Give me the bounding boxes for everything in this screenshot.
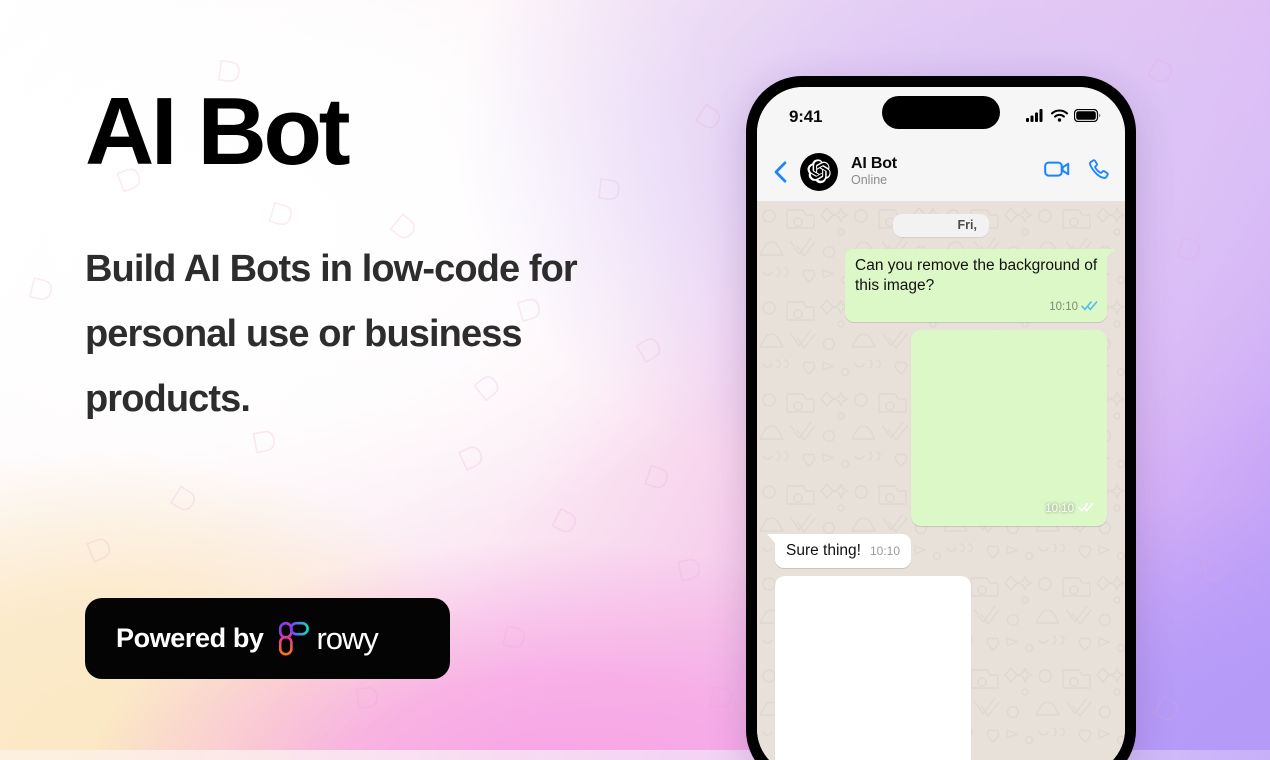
dog-photo-original[interactable]: 10:10 [915,334,1103,522]
phone-icon[interactable] [1087,158,1110,186]
phone-mockup: 9:41 AI Bot Online Fri, Can you remove t… [746,76,1136,760]
message-time: 10:10 [1045,502,1074,515]
openai-logo-icon [807,159,831,184]
contact-info[interactable]: AI Bot Online [851,155,1035,188]
message-time: 10:10 [1049,301,1078,313]
hero-subheadline: Build AI Bots in low-code for personal u… [85,248,578,420]
image-message-meta: 10:10 [1045,502,1094,515]
double-check-icon [1078,502,1094,515]
powered-by-badge[interactable]: Powered by rowy [85,598,450,679]
phone-screen: 9:41 AI Bot Online Fri, Can you remove t… [757,87,1125,760]
message-time: 10:10 [869,544,900,558]
chat-message-list[interactable]: Fri, Can you remove the background of th… [757,202,1125,760]
message-row: 10:10 [767,330,1115,526]
status-bar: 9:41 [757,87,1125,142]
rowy-logo-icon [278,621,309,656]
message-text: Can you remove the background of this im… [855,257,1098,294]
double-check-icon [942,748,958,760]
chat-date-divider: Fri, [893,214,989,237]
message-row [767,576,1115,760]
contact-status: Online [851,173,888,188]
rowy-lockup: rowy [278,620,379,657]
status-bar-time: 9:41 [789,107,823,126]
message-row: Can you remove the background of this im… [767,249,1115,322]
battery-icon [1074,109,1101,122]
contact-name: AI Bot [851,154,897,172]
avatar[interactable] [800,152,838,191]
outgoing-text-bubble[interactable]: Can you remove the background of this im… [845,249,1115,322]
wifi-icon [1051,109,1068,122]
rowy-wordmark: rowy [316,620,379,656]
page-title: AI Bot [85,78,351,185]
hero-content: AI Bot Build AI Bots in low-code for per… [85,0,685,760]
back-icon[interactable] [769,160,791,183]
incoming-image-bubble[interactable] [775,576,971,760]
powered-by-label: Powered by [116,623,264,653]
message-text: Sure thing! [786,542,861,559]
outgoing-image-bubble[interactable]: 10:10 [911,330,1107,526]
double-check-icon [1081,297,1098,317]
video-camera-icon[interactable] [1044,159,1071,184]
dynamic-island [882,96,1000,129]
image-message-meta [938,748,958,760]
messages-container: Fri, Can you remove the background of th… [767,214,1115,760]
chat-header: AI Bot Online [757,142,1125,202]
message-row: Sure thing! 10:10 [767,534,1115,568]
promo-banner: AI Bot Build AI Bots in low-code for per… [0,0,1270,760]
incoming-text-bubble[interactable]: Sure thing! 10:10 [767,534,911,568]
dog-photo-background-removed[interactable] [779,580,967,760]
cellular-signal-icon [1026,109,1043,122]
